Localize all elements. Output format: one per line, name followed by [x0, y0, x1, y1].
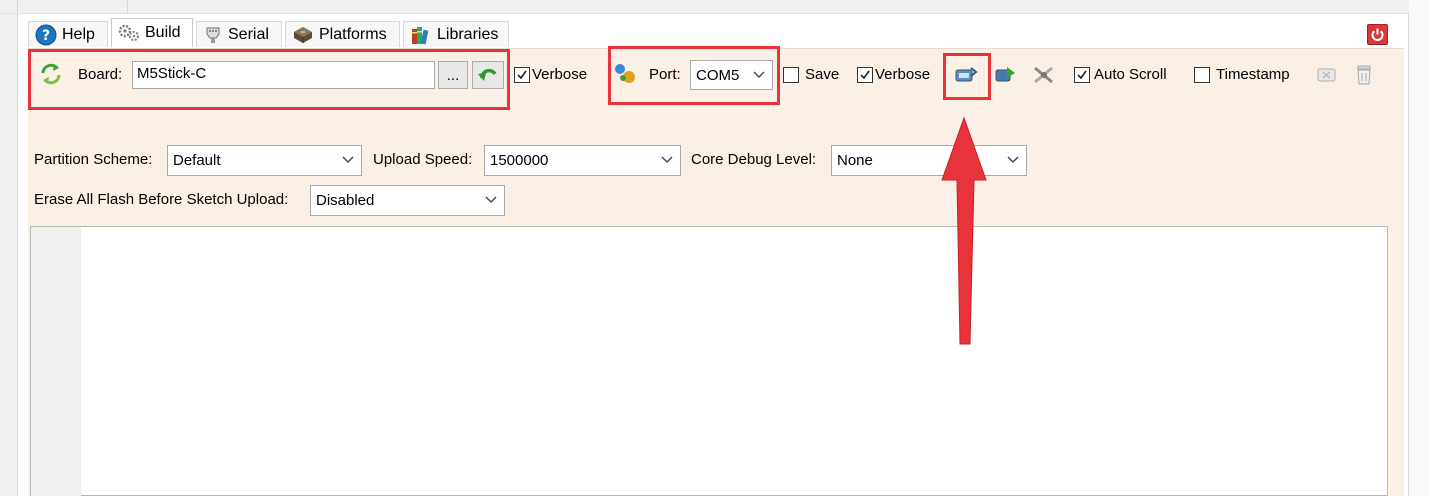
- chevron-down-icon: [661, 156, 673, 163]
- chevron-down-icon: [485, 196, 497, 203]
- timestamp-checkmark[interactable]: [1194, 66, 1210, 83]
- save-checkbox[interactable]: Save: [783, 66, 839, 83]
- tab-bar: ? Help Build Serial Platforms Libraries: [28, 18, 1404, 48]
- top-divider: [17, 0, 18, 13]
- help-icon: ?: [35, 24, 57, 45]
- tab-libraries[interactable]: Libraries: [403, 21, 509, 47]
- books-icon: [412, 26, 429, 44]
- serial-verbose-checkmark[interactable]: [857, 66, 873, 83]
- gears-icon: [118, 24, 140, 42]
- title-strip: [0, 0, 1429, 14]
- partition-scheme-value: Default: [173, 152, 221, 169]
- auto-scroll-checkbox[interactable]: Auto Scroll: [1074, 66, 1167, 83]
- save-checkmark[interactable]: [783, 66, 799, 83]
- tab-build-label: Build: [145, 24, 181, 41]
- highlight-monitor-box: [943, 53, 991, 100]
- tab-help[interactable]: ? Help: [28, 21, 108, 47]
- core-debug-level-value: None: [837, 152, 873, 169]
- upload-speed-value: 1500000: [490, 152, 549, 169]
- build-verbose-checkbox[interactable]: Verbose: [514, 66, 587, 83]
- tab-serial-label: Serial: [228, 25, 269, 43]
- power-close-icon[interactable]: [1367, 24, 1388, 45]
- line-gutter: [31, 227, 81, 496]
- output-console[interactable]: [30, 226, 1388, 496]
- timestamp-label: Timestamp: [1216, 66, 1290, 83]
- timestamp-checkbox[interactable]: Timestamp: [1194, 66, 1290, 83]
- scrollbar-track: [1409, 0, 1429, 496]
- erase-flash-value: Disabled: [316, 192, 375, 209]
- top-divider: [127, 0, 128, 13]
- chevron-down-icon: [342, 156, 354, 163]
- core-debug-level-label: Core Debug Level:: [691, 151, 817, 168]
- upload-speed-label: Upload Speed:: [373, 151, 473, 168]
- erase-flash-dropdown[interactable]: Disabled: [310, 185, 505, 216]
- serial-verbose-label: Verbose: [875, 66, 931, 83]
- annotation-arrow: [941, 116, 987, 345]
- tab-help-label: Help: [62, 25, 95, 43]
- tab-serial[interactable]: Serial: [196, 21, 282, 47]
- tab-libraries-label: Libraries: [437, 25, 499, 43]
- chip-icon: [294, 26, 312, 43]
- upload-speed-dropdown[interactable]: 1500000: [484, 145, 681, 176]
- tab-build[interactable]: Build: [111, 18, 193, 47]
- highlight-port-box: [608, 46, 780, 105]
- serial-verbose-checkbox[interactable]: Verbose: [857, 66, 930, 83]
- build-verbose-label: Verbose: [532, 66, 588, 83]
- svg-text:?: ?: [42, 28, 50, 44]
- serial-connector-icon: [206, 26, 220, 43]
- save-label: Save: [805, 66, 840, 83]
- auto-scroll-label: Auto Scroll: [1094, 66, 1167, 83]
- serial-plotter-icon[interactable]: [992, 62, 1018, 88]
- tab-platforms-label: Platforms: [319, 25, 387, 43]
- tab-platforms[interactable]: Platforms: [285, 21, 400, 47]
- auto-scroll-checkmark[interactable]: [1074, 66, 1090, 83]
- clear-output-icon[interactable]: [1314, 63, 1340, 87]
- partition-scheme-dropdown[interactable]: Default: [167, 145, 362, 176]
- trash-icon[interactable]: [1351, 62, 1377, 88]
- build-verbose-checkmark[interactable]: [514, 66, 530, 83]
- highlight-board-box: [28, 49, 510, 110]
- erase-flash-label: Erase All Flash Before Sketch Upload:: [34, 191, 289, 208]
- disconnect-icon[interactable]: [1031, 62, 1057, 88]
- partition-scheme-label: Partition Scheme:: [34, 151, 153, 168]
